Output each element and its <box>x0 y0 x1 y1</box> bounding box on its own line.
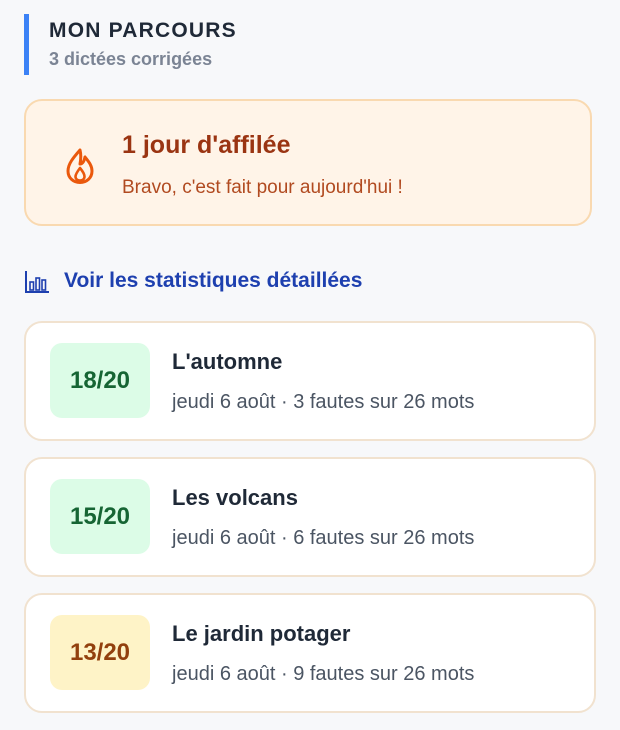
dictation-meta: jeudi 6 août · 3 fautes sur 26 mots <box>172 391 475 413</box>
score-badge: 18/20 <box>50 343 150 418</box>
streak-title: 1 jour d'affilée <box>122 131 291 159</box>
streak-message: Bravo, c'est fait pour aujourd'hui ! <box>122 177 403 198</box>
page-title: MON PARCOURS <box>49 18 237 42</box>
detailed-stats-link[interactable]: Voir les statistiques détaillées <box>24 266 362 296</box>
detailed-stats-label: Voir les statistiques détaillées <box>64 269 363 292</box>
dictation-meta: jeudi 6 août · 9 fautes sur 26 mots <box>172 663 475 685</box>
dictation-card[interactable]: 13/20 Le jardin potager jeudi 6 août · 9… <box>24 593 596 713</box>
dictation-card[interactable]: 15/20 Les volcans jeudi 6 août · 6 faute… <box>24 457 596 577</box>
flame-icon <box>66 148 94 184</box>
page-subtitle: 3 dictées corrigées <box>49 48 213 69</box>
score-badge: 13/20 <box>50 615 150 690</box>
dictation-title: Les volcans <box>172 485 298 510</box>
page-header: MON PARCOURS 3 dictées corrigées <box>24 14 237 75</box>
dictation-title: L'automne <box>172 349 283 374</box>
score-badge: 15/20 <box>50 479 150 554</box>
dictation-card[interactable]: 18/20 L'automne jeudi 6 août · 3 fautes … <box>24 321 596 441</box>
streak-banner: 1 jour d'affilée Bravo, c'est fait pour … <box>24 99 592 226</box>
bar-chart-icon <box>25 271 49 293</box>
dictation-meta: jeudi 6 août · 6 fautes sur 26 mots <box>172 527 475 549</box>
dictation-title: Le jardin potager <box>172 621 351 646</box>
